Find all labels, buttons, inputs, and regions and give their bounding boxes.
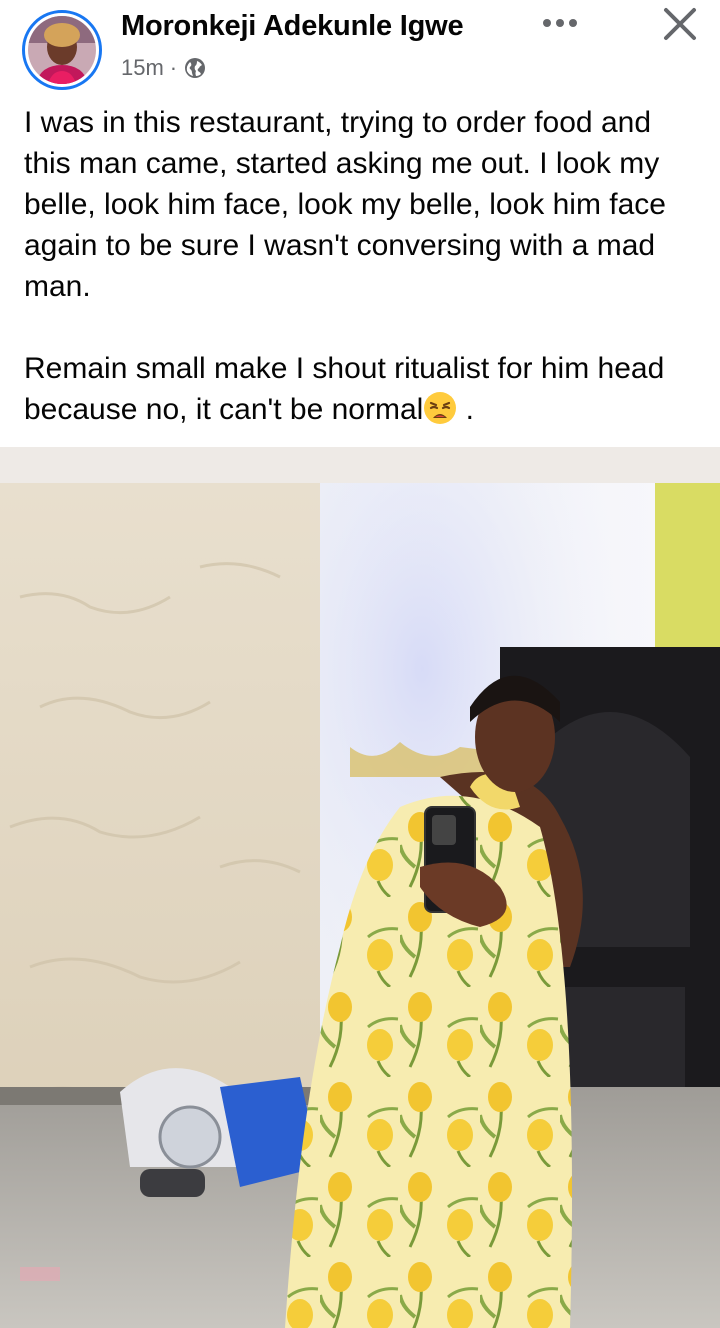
avatar-image <box>28 16 96 84</box>
post-paragraph-2: Remain small make I shout ritualist for … <box>24 348 704 430</box>
author-name[interactable]: Moronkeji Adekunle Igwe <box>121 10 464 43</box>
more-dots-icon <box>543 19 577 27</box>
post-paragraph-2-end: . <box>457 393 474 426</box>
weary-face-emoji <box>423 391 457 425</box>
close-icon <box>664 8 696 40</box>
post-header: Moronkeji Adekunle Igwe 15m · <box>0 0 720 96</box>
more-options-button[interactable] <box>536 6 584 40</box>
post-photo[interactable] <box>0 447 720 1328</box>
post-paragraph-2-text: Remain small make I shout ritualist for … <box>24 352 665 426</box>
avatar[interactable] <box>22 10 102 90</box>
post-time[interactable]: 15m <box>121 55 164 81</box>
meta-separator: · <box>169 55 178 80</box>
globe-icon <box>183 56 207 80</box>
post-paragraph-1: I was in this restaurant, trying to orde… <box>24 106 666 303</box>
photo-image <box>0 447 720 1328</box>
close-button[interactable] <box>652 0 708 48</box>
facebook-post: Moronkeji Adekunle Igwe 15m · I was in t… <box>0 0 720 1328</box>
post-meta: 15m · <box>121 54 207 82</box>
post-text: I was in this restaurant, trying to orde… <box>24 102 704 430</box>
